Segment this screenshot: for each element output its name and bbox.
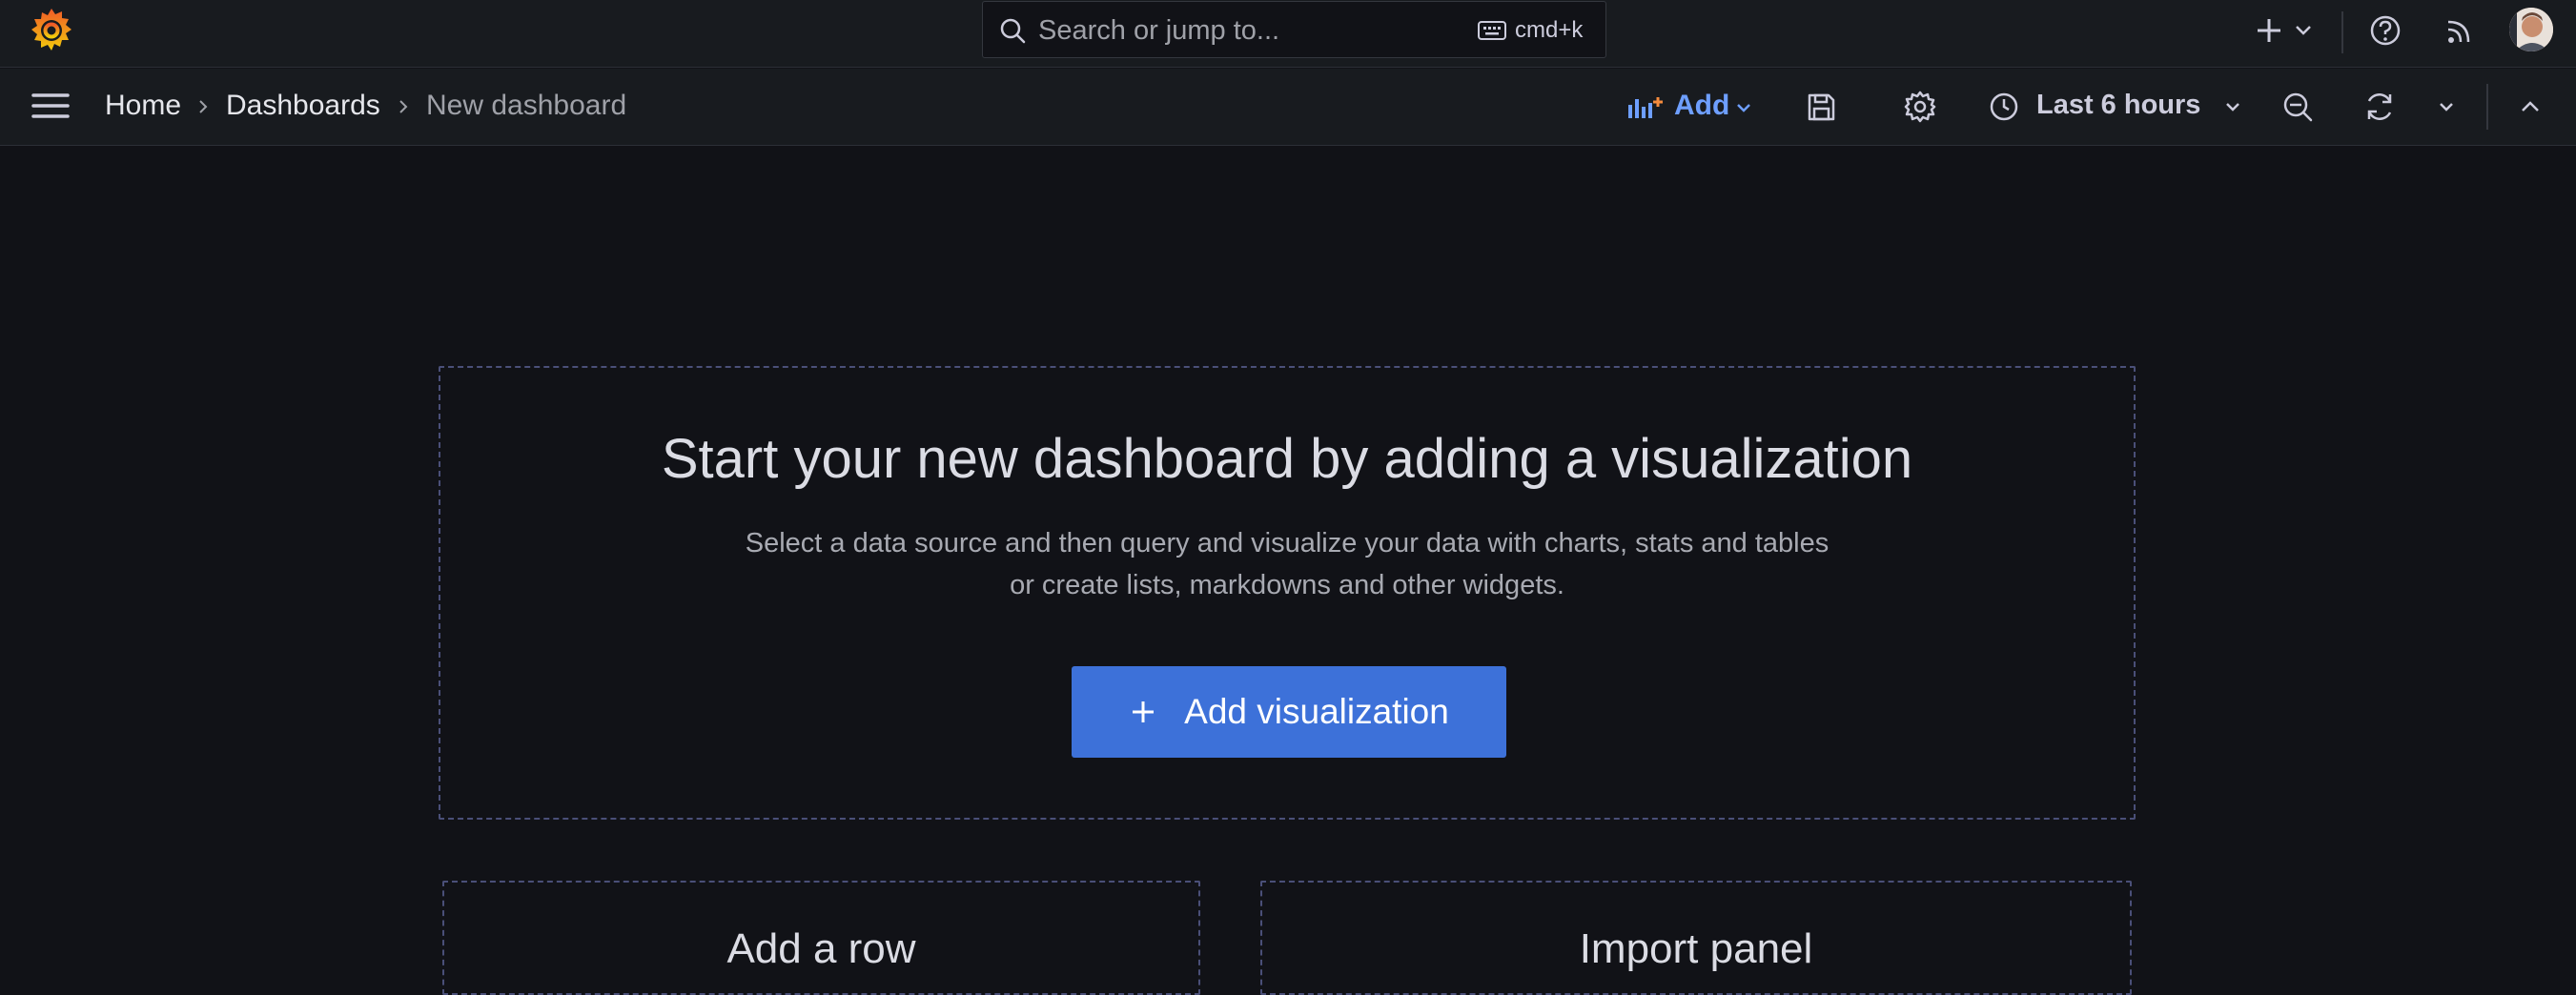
empty-dashboard-panel: Start your new dashboard by adding a vis… [439, 366, 2136, 820]
gear-icon[interactable] [1901, 88, 1939, 126]
clock-icon [1990, 92, 2018, 121]
import-panel-title: Import panel [1579, 925, 1813, 972]
chevron-right-icon [199, 100, 208, 113]
import-panel-card[interactable]: Import panel [1260, 881, 2132, 995]
search-shortcut: cmd+k [1515, 17, 1584, 43]
menu-icon[interactable] [31, 91, 70, 120]
add-row-title: Add a row [726, 925, 916, 972]
chevron-down-icon [1737, 104, 1750, 112]
chevron-down-icon[interactable] [2292, 11, 2315, 50]
chevron-up-icon[interactable] [2511, 88, 2549, 126]
zoom-out-icon[interactable] [2279, 88, 2317, 126]
breadcrumb-home[interactable]: Home [105, 90, 181, 122]
search-bar[interactable]: Search or jump to... cmd+k [982, 1, 1606, 58]
empty-state-description-line-1: Select a data source and then query and … [745, 528, 1830, 558]
dashboard-toolbar: Home Dashboards New dashboard Add Last 6… [0, 69, 2576, 146]
search-placeholder: Search or jump to... [1038, 15, 1280, 46]
help-icon[interactable] [2366, 11, 2404, 50]
topbar-divider [2341, 11, 2343, 53]
empty-state-description-line-2: or create lists, markdowns and other wid… [1010, 570, 1564, 600]
plus-icon [1133, 701, 1155, 722]
user-avatar[interactable] [2509, 8, 2553, 51]
grafana-logo-icon[interactable] [27, 6, 76, 55]
plus-icon[interactable] [2250, 11, 2288, 50]
breadcrumb-dashboards[interactable]: Dashboards [226, 90, 380, 122]
time-range-label: Last 6 hours [2036, 90, 2201, 120]
refresh-icon[interactable] [2361, 88, 2399, 126]
add-label: Add [1674, 90, 1730, 121]
breadcrumb-current: New dashboard [426, 90, 627, 121]
avatar-image [2509, 8, 2553, 51]
chevron-down-icon [2226, 103, 2239, 112]
add-visualization-button[interactable]: Add visualization [1072, 666, 1506, 758]
empty-state-title: Start your new dashboard by adding a vis… [661, 428, 1913, 490]
keyboard-icon [1478, 21, 1506, 40]
add-row-card[interactable]: Add a row [442, 881, 1200, 995]
toolbar-divider [2486, 84, 2488, 130]
chevron-right-icon [399, 100, 408, 113]
chevron-down-icon[interactable] [2435, 95, 2458, 118]
search-icon [1000, 18, 1026, 44]
top-bar: Search or jump to... cmd+k [0, 0, 2576, 68]
empty-state-description: Select a data source and then query and … [440, 522, 2134, 606]
add-panel-icon [1628, 97, 1663, 118]
rss-icon[interactable] [2441, 11, 2479, 50]
save-icon[interactable] [1802, 88, 1840, 126]
add-visualization-label: Add visualization [1184, 692, 1449, 731]
